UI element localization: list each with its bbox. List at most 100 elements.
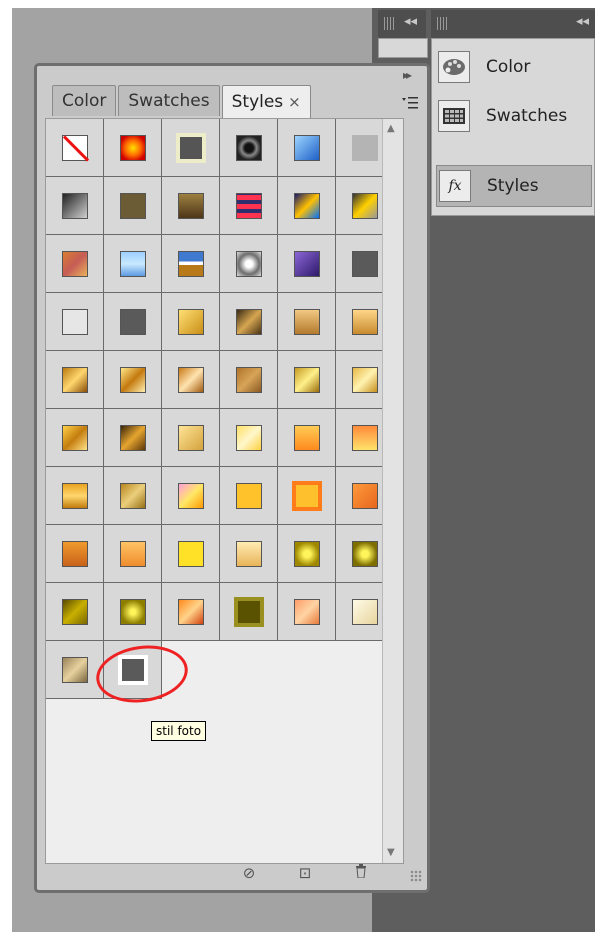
style-swatch-cell[interactable] [104, 351, 162, 409]
style-swatch-cell[interactable] [278, 351, 336, 409]
style-swatch [235, 308, 262, 335]
grip-icon[interactable] [384, 17, 394, 30]
delete-style-icon[interactable] [350, 864, 372, 882]
collapse-arrows-icon[interactable]: ◂◂ [404, 14, 417, 29]
style-swatch [293, 540, 320, 567]
grip-icon[interactable] [437, 17, 447, 30]
style-swatch-cell[interactable] [104, 467, 162, 525]
dock-header-b[interactable]: ◂◂ [431, 10, 595, 39]
style-swatch [175, 132, 206, 163]
tab-styles[interactable]: Styles × [221, 85, 311, 118]
style-swatch [351, 366, 378, 393]
styles-panel: ▸▸ Color Swatches Styles × ▲ ▼ ⊘ ⊡ [34, 63, 430, 893]
style-swatch-cell[interactable] [104, 235, 162, 293]
collapse-arrows-icon[interactable]: ◂◂ [576, 14, 589, 29]
dock-item-swatches[interactable]: Swatches [436, 96, 590, 136]
style-swatch-cell[interactable] [278, 467, 336, 525]
style-swatch [61, 656, 88, 683]
style-swatch-cell[interactable] [104, 119, 162, 177]
style-swatch [61, 424, 88, 451]
style-swatch [235, 366, 262, 393]
style-swatch-cell[interactable] [46, 177, 104, 235]
style-swatch [177, 366, 204, 393]
style-swatch-cell[interactable] [104, 583, 162, 641]
style-swatch-cell[interactable] [278, 293, 336, 351]
style-swatch-cell[interactable] [46, 641, 104, 699]
style-swatch-cell[interactable] [220, 467, 278, 525]
style-swatch-cell[interactable] [46, 293, 104, 351]
style-swatch-cell[interactable] [278, 409, 336, 467]
panel-footer: ⊘ ⊡ [45, 862, 422, 884]
style-swatch [351, 250, 378, 277]
expand-arrows-icon[interactable]: ▸▸ [403, 68, 412, 82]
style-swatch-cell[interactable] [162, 351, 220, 409]
style-swatch-cell[interactable] [220, 119, 278, 177]
swatches-grid-icon [438, 100, 470, 132]
style-swatch-cell[interactable] [46, 409, 104, 467]
dock-item-styles[interactable]: fx Styles [436, 165, 592, 207]
tab-label: Color [62, 91, 107, 111]
style-swatch-cell[interactable] [46, 583, 104, 641]
style-swatch [119, 598, 146, 625]
style-swatch [119, 366, 146, 393]
style-swatch-cell[interactable] [162, 525, 220, 583]
style-swatch-cell[interactable] [220, 235, 278, 293]
style-swatch [293, 366, 320, 393]
style-swatch-cell[interactable] [162, 235, 220, 293]
style-swatch [235, 250, 262, 277]
style-swatch-cell[interactable] [278, 177, 336, 235]
dock-header-a[interactable]: ◂◂ [378, 10, 426, 39]
style-swatch-cell[interactable] [278, 583, 336, 641]
new-style-icon[interactable]: ⊡ [294, 864, 316, 882]
scroll-down-icon[interactable]: ▼ [387, 847, 395, 858]
style-swatch-cell[interactable] [46, 351, 104, 409]
close-icon[interactable]: × [288, 93, 301, 111]
style-swatch-cell[interactable] [220, 409, 278, 467]
style-swatch-cell[interactable] [278, 119, 336, 177]
style-swatch [293, 192, 320, 219]
style-swatch [351, 482, 378, 509]
style-swatch-cell[interactable] [220, 177, 278, 235]
style-swatch [293, 424, 320, 451]
style-swatch-cell[interactable] [46, 119, 104, 177]
panel-header[interactable]: ▸▸ [37, 66, 427, 86]
style-swatch-cell[interactable] [278, 235, 336, 293]
style-swatch-cell[interactable] [46, 235, 104, 293]
style-swatch-cell[interactable] [104, 525, 162, 583]
style-swatch-cell[interactable] [220, 583, 278, 641]
style-swatch [61, 250, 88, 277]
panel-menu-icon[interactable] [399, 96, 421, 114]
style-swatch [61, 192, 88, 219]
style-swatch [233, 596, 264, 627]
style-swatch [119, 540, 146, 567]
style-swatch-cell[interactable] [104, 177, 162, 235]
style-swatch [119, 250, 146, 277]
dock-item-label: Swatches [486, 106, 568, 126]
style-swatch-cell[interactable] [162, 293, 220, 351]
scrollbar[interactable]: ▲ ▼ [382, 119, 403, 863]
tab-swatches[interactable]: Swatches [118, 85, 220, 116]
dock-item-label: Color [486, 57, 531, 77]
style-swatch-cell[interactable] [278, 525, 336, 583]
style-swatch-cell[interactable] [162, 583, 220, 641]
style-swatch-cell[interactable] [220, 351, 278, 409]
dock-item-color[interactable]: Color [436, 47, 590, 87]
style-swatch-cell[interactable] [220, 525, 278, 583]
style-swatch-cell[interactable] [162, 467, 220, 525]
resize-grip-icon[interactable] [410, 870, 422, 882]
clear-style-icon[interactable]: ⊘ [238, 864, 260, 882]
style-swatch-cell[interactable] [162, 119, 220, 177]
style-swatch-cell[interactable] [104, 409, 162, 467]
style-swatch-cell[interactable] [46, 525, 104, 583]
scroll-up-icon[interactable]: ▲ [387, 123, 395, 134]
style-swatch-cell[interactable] [104, 293, 162, 351]
style-swatch-cell[interactable] [162, 177, 220, 235]
style-swatch [177, 424, 204, 451]
style-swatch-cell[interactable] [46, 467, 104, 525]
style-swatch-cell[interactable] [220, 293, 278, 351]
tab-color[interactable]: Color [52, 85, 117, 116]
style-swatch [293, 250, 320, 277]
dock-column-a [378, 38, 428, 58]
style-swatch-cell[interactable] [162, 409, 220, 467]
dock-item-label: Styles [487, 176, 539, 196]
